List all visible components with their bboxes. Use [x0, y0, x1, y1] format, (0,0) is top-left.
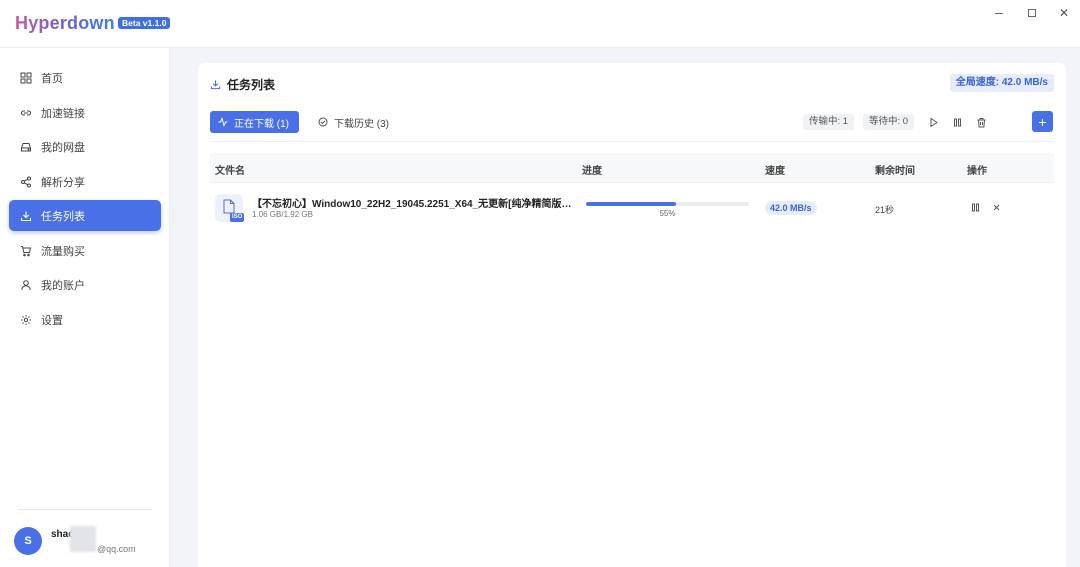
global-speed-badge: 全局速度: 42.0 MB/s [949, 74, 1054, 92]
app-logo: Hyperdown [15, 13, 115, 33]
sidebar-item-label: 加速链接 [41, 107, 85, 120]
sidebar-item-settings[interactable]: 设置 [9, 304, 161, 335]
sidebar-item-buy-traffic[interactable]: 流量购买 [9, 235, 161, 266]
link-icon [20, 107, 32, 119]
table-row: ISO 【不忘初心】Window10_22H2_19045.2251_X64_无… [210, 191, 1054, 225]
sidebar-item-accelerate-link[interactable]: 加速链接 [9, 97, 161, 128]
add-task-button[interactable]: + [1032, 111, 1053, 132]
file-size: 1.06 GB/1.92 GB [252, 210, 313, 219]
maximize-button[interactable] [1017, 4, 1047, 22]
file-type-icon: ISO [215, 194, 245, 222]
column-header-progress: 进度 [582, 166, 602, 177]
page-title-text: 任务列表 [227, 78, 276, 92]
minimize-icon [995, 12, 1003, 14]
grid-icon [20, 72, 32, 84]
plus-icon: + [1038, 113, 1047, 130]
start-all-button[interactable] [925, 114, 941, 130]
file-type-tag: ISO [230, 213, 245, 222]
sidebar-item-parse-share[interactable]: 解析分享 [9, 166, 161, 197]
user-email: @qq.com [97, 544, 136, 554]
download-icon [20, 210, 32, 222]
close-icon [993, 204, 999, 210]
tab-label: 下载历史 (3) [334, 118, 389, 130]
sidebar-item-label: 我的网盘 [41, 141, 85, 154]
table-header: 文件名 进度 速度 剩余时间 操作 [210, 153, 1054, 183]
column-header-name: 文件名 [215, 166, 245, 177]
progress-fill [586, 202, 676, 206]
file-icon [223, 199, 235, 214]
sidebar-item-my-account[interactable]: 我的账户 [9, 269, 161, 300]
share-icon [20, 176, 32, 188]
gear-icon [20, 314, 32, 326]
page-title: 任务列表 [210, 76, 275, 93]
file-name: 【不忘初心】Window10_22H2_19045.2251_X64_无更新[纯… [252, 199, 572, 210]
sidebar-item-my-drive[interactable]: 我的网盘 [9, 131, 161, 162]
sidebar-item-label: 解析分享 [41, 176, 85, 189]
privacy-mask [70, 526, 96, 552]
sidebar-item-label: 我的账户 [41, 279, 85, 292]
maximize-icon [1028, 9, 1036, 17]
sidebar-item-home[interactable]: 首页 [9, 62, 161, 93]
close-icon: ✕ [1058, 6, 1070, 20]
tab-label: 正在下载 (1) [234, 118, 289, 130]
minimize-button[interactable] [984, 4, 1014, 22]
pause-icon [953, 118, 961, 126]
column-header-actions: 操作 [967, 166, 987, 177]
check-circle-icon [318, 117, 328, 127]
column-header-remaining: 剩余时间 [875, 166, 915, 177]
drive-icon [20, 141, 32, 153]
download-icon [210, 79, 221, 90]
tab-download-history[interactable]: 下载历史 (3) [312, 111, 395, 133]
play-icon [930, 117, 938, 127]
tab-downloading[interactable]: 正在下载 (1) [210, 111, 299, 133]
waiting-count: 等待中: 0 [863, 114, 915, 130]
sidebar: 首页 加速链接 我的网盘 解析分享 任务列表 流量购买 我的账户 设置 S sh… [0, 48, 170, 567]
title-bar: Hyperdown Beta v1.1.0 ✕ [0, 0, 1080, 48]
sidebar-divider [18, 509, 152, 510]
cart-icon [20, 245, 32, 257]
sidebar-item-label: 任务列表 [41, 210, 85, 223]
sidebar-item-label: 设置 [41, 314, 63, 327]
time-remaining: 21秒 [875, 205, 895, 215]
column-header-speed: 速度 [765, 166, 785, 177]
user-icon [20, 279, 32, 291]
sidebar-item-task-list[interactable]: 任务列表 [9, 200, 161, 231]
pause-all-button[interactable] [949, 114, 965, 130]
pause-task-button[interactable] [969, 201, 981, 213]
sidebar-item-label: 流量购买 [41, 245, 85, 258]
activity-icon [218, 117, 228, 127]
sidebar-item-label: 首页 [41, 72, 63, 85]
delete-all-button[interactable] [973, 114, 989, 130]
pause-icon [971, 203, 979, 211]
avatar[interactable]: S [14, 527, 42, 555]
transferring-count: 传输中: 1 [803, 114, 855, 130]
progress-percent: 55% [659, 209, 676, 218]
close-window-button[interactable]: ✕ [1049, 4, 1079, 22]
task-list-panel: 任务列表 全局速度: 42.0 MB/s 正在下载 (1) 下载历史 (3) 传… [198, 63, 1066, 567]
divider [210, 141, 1054, 142]
download-speed: 42.0 MB/s [765, 201, 817, 215]
progress-bar [586, 202, 749, 206]
trash-icon [977, 117, 985, 127]
cancel-task-button[interactable] [990, 201, 1002, 213]
version-badge: Beta v1.1.0 [118, 17, 171, 29]
